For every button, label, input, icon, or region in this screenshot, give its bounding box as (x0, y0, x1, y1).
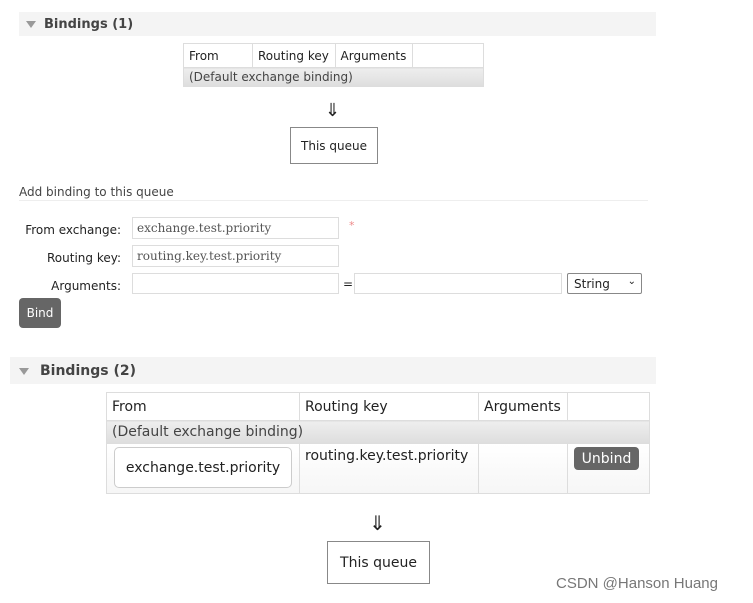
queue-label: This queue (340, 554, 417, 571)
required-mark: * (349, 219, 355, 232)
chevron-down-icon: ⌄ (627, 276, 636, 287)
arguments-cell (478, 443, 568, 494)
bindings-2-table: From Routing key Arguments (Default exchan… (106, 392, 650, 494)
col-actions (412, 43, 484, 68)
equals-sign: = (343, 277, 354, 291)
col-from: From (106, 392, 300, 421)
table-row: exchange.test.priority routing.key.test.… (106, 443, 650, 494)
unbind-button[interactable]: Unbind (574, 447, 639, 470)
col-routing-key: Routing key (252, 43, 336, 68)
divider (19, 200, 648, 201)
argument-key-input[interactable] (132, 273, 339, 294)
routing-key-cell: routing.key.test.priority (299, 443, 479, 494)
bindings-2-header[interactable]: Bindings (2) (10, 357, 656, 384)
col-arguments: Arguments (478, 392, 568, 421)
argument-type-select[interactable]: String ⌄ (567, 273, 642, 294)
collapse-triangle-icon (26, 21, 36, 28)
down-arrow: ⇓ (369, 511, 386, 535)
section-title: Bindings (2) (40, 363, 136, 379)
this-queue-box: This queue (290, 127, 378, 164)
routing-key-label: Routing key: (47, 251, 121, 265)
arguments-label: Arguments: (51, 279, 121, 293)
argument-value-input[interactable] (354, 273, 562, 294)
this-queue-box: This queue (327, 541, 430, 584)
watermark: CSDN @Hanson Huang (556, 575, 718, 592)
default-binding-row: (Default exchange binding) (183, 67, 484, 87)
bindings-1-table: From Routing key Arguments (Default exchan… (183, 43, 484, 87)
down-arrow: ⇓ (325, 100, 341, 121)
bindings-1-header[interactable]: Bindings (1) (19, 12, 656, 36)
default-binding-row: (Default exchange binding) (106, 420, 650, 444)
section-title: Bindings (1) (44, 17, 134, 32)
col-arguments: Arguments (334, 43, 414, 68)
exchange-link[interactable]: exchange.test.priority (114, 447, 292, 488)
select-value: String (574, 277, 610, 291)
routing-key-input[interactable]: routing.key.test.priority (132, 245, 339, 267)
queue-label: This queue (301, 138, 367, 153)
from-exchange-input[interactable]: exchange.test.priority (132, 217, 339, 239)
from-exchange-label: From exchange: (25, 223, 121, 237)
col-routing-key: Routing key (299, 392, 479, 421)
col-from: From (183, 43, 253, 68)
col-actions (567, 392, 650, 421)
collapse-triangle-icon (19, 368, 29, 375)
bind-button[interactable]: Bind (19, 298, 61, 328)
add-binding-title: Add binding to this queue (19, 185, 174, 199)
